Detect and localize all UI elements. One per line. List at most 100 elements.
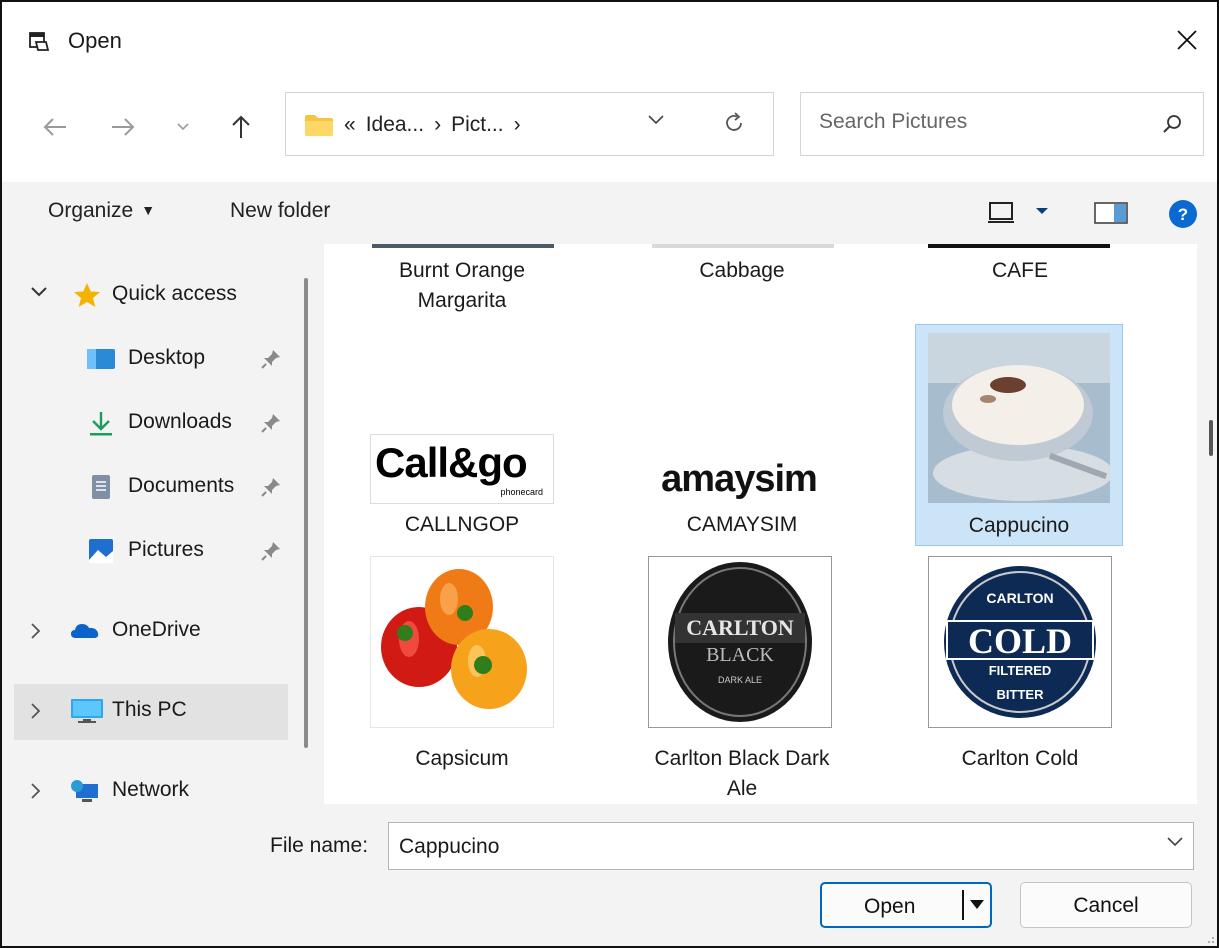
close-button[interactable] [1167,20,1207,60]
view-icon [988,202,1048,223]
address-dropdown-icon[interactable] [648,115,664,125]
file-thumbnail: amaysim [648,458,830,502]
file-thumbnail: CARLTON COLD FILTERED BITTER [928,556,1112,728]
nav-item-network[interactable]: Network [2,764,288,804]
new-folder-button[interactable]: New folder [230,199,330,223]
refresh-icon[interactable] [722,111,746,135]
thumb-logo-text: Call&go [375,439,528,486]
downloads-icon [90,412,112,436]
nav-item-pictures[interactable]: Pictures [2,524,288,580]
search-icon[interactable] [1161,113,1183,135]
search-box[interactable] [800,92,1204,156]
thumb-line-cold: COLD [968,621,1072,661]
file-item[interactable]: Cabbage [638,244,846,294]
nav-item-desktop[interactable]: Desktop [2,332,288,388]
nav-label-desktop: Desktop [128,346,206,369]
chevron-down-icon [31,287,47,297]
breadcrumb-separator[interactable]: › [514,113,521,136]
file-list-scrollbar[interactable] [1209,420,1213,456]
file-thumbnail [652,244,834,248]
file-thumbnail [928,333,1110,503]
back-arrow-icon [43,118,66,136]
navigation-pane: Quick access Desktop Downloads Documents… [2,244,308,804]
chevron-right-icon [31,783,41,799]
file-name: CALLNGOP [404,513,520,536]
forward-button[interactable] [106,110,140,144]
split-divider [962,890,964,920]
thumb-sub-text: phonecard [500,487,543,497]
close-icon [1177,30,1197,50]
nav-item-onedrive[interactable]: OneDrive [2,604,288,660]
file-item-selected[interactable]: Cappucino [915,324,1123,546]
breadcrumb-item-pictures[interactable]: Pict... [451,113,504,136]
help-button[interactable]: ? [1168,199,1198,234]
documents-icon [92,475,110,499]
file-name: Carlton Cold [961,747,1079,770]
window-title: Open [68,28,122,53]
pin-icon[interactable] [260,348,282,370]
preview-pane-button[interactable] [1094,202,1128,229]
nav-item-downloads[interactable]: Downloads [2,396,288,452]
file-name: Carlton Black Dark Ale [654,747,830,800]
nav-pane-scrollbar[interactable] [304,278,308,748]
network-icon [71,780,98,802]
chevron-down-icon[interactable] [1167,837,1183,847]
open-button-label: Open [864,895,916,918]
capsicum-photo [371,557,553,727]
nav-label-documents: Documents [128,474,235,497]
cancel-button[interactable]: Cancel [1020,882,1192,928]
open-button[interactable]: Open [820,882,992,928]
chevron-right-icon [31,703,41,719]
chevron-down-icon [177,123,189,131]
cancel-button-label: Cancel [1073,894,1139,917]
thumb-logo-text: amaysim [661,458,818,500]
search-input[interactable] [817,109,1141,135]
breadcrumb-item-ideas[interactable]: Idea... [366,113,424,136]
file-name: CAFE [991,259,1048,282]
open-options-dropdown-icon[interactable] [970,900,984,909]
file-item[interactable]: CARLTON COLD FILTERED BITTER Carlton Col… [916,554,1124,794]
pin-icon[interactable] [260,476,282,498]
chevron-right-icon [31,623,41,639]
organize-label: Organize [48,199,134,222]
nav-label-this-pc: This PC [112,698,187,721]
nav-label-network: Network [112,778,190,801]
nav-label-downloads: Downloads [128,410,232,433]
back-button[interactable] [38,110,72,144]
recent-locations-button[interactable] [166,110,200,144]
file-item[interactable]: Burnt Orange Margarita [358,244,566,324]
command-bar: Organize ▼ New folder ? [2,182,1217,244]
file-name-value[interactable]: Cappucino [399,835,499,859]
file-item[interactable]: Capsicum [358,554,566,794]
file-item[interactable]: CAFE [916,244,1124,294]
file-item[interactable]: Call&go phonecard CALLNGOP [358,330,566,550]
preview-pane-icon [1094,202,1128,224]
thumb-line-dark-ale: DARK ALE [718,675,762,685]
thumb-line-filtered: FILTERED [989,663,1052,678]
file-name-input[interactable]: Cappucino [388,822,1194,870]
thumb-line-black: BLACK [706,644,774,666]
nav-item-documents[interactable]: Documents [2,460,288,516]
nav-quick-access[interactable]: Quick access [2,268,288,324]
address-bar[interactable]: « Idea... › Pict... › [285,92,774,156]
breadcrumb-overflow[interactable]: « [344,113,356,136]
file-name: Capsicum [415,747,509,770]
title-bar: Open [2,2,1217,82]
svg-text:?: ? [1178,205,1188,224]
open-dialog: Open « Idea... › Pict... › Search Picture… [0,0,1219,948]
resize-grip-icon[interactable] [1203,932,1215,944]
file-item[interactable]: amaysim CAMAYSIM [638,330,846,550]
up-button[interactable] [224,110,258,144]
change-view-button[interactable] [988,200,1052,231]
breadcrumb-separator[interactable]: › [434,113,441,136]
nav-item-this-pc[interactable]: This PC [14,684,288,740]
pin-icon[interactable] [260,412,282,434]
carlton-cold-logo: CARLTON COLD FILTERED BITTER [929,557,1111,727]
organize-button[interactable]: Organize ▼ [48,199,155,223]
file-name-label: File name: [270,834,369,857]
navigation-row: « Idea... › Pict... › [2,82,1217,182]
file-item[interactable]: CARLTON BLACK DARK ALE Carlton Black Dar… [638,554,846,800]
thumb-line-carlton: CARLTON [686,615,794,640]
pin-icon[interactable] [260,540,282,562]
nav-label-pictures: Pictures [128,538,204,561]
